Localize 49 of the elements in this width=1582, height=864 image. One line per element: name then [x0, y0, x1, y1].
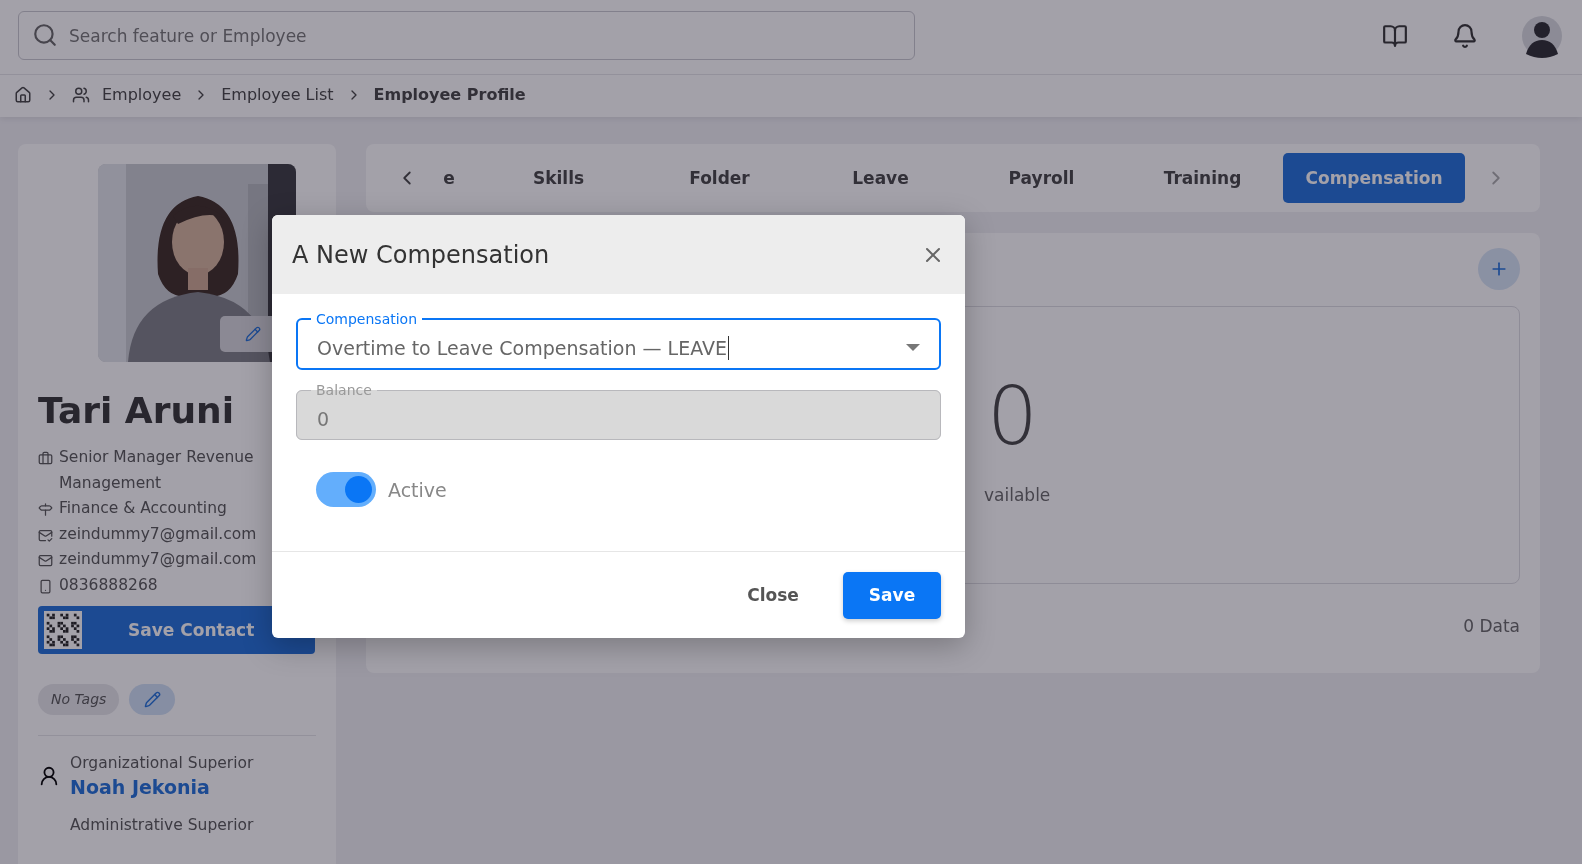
users-icon — [72, 85, 90, 104]
signpost-icon — [38, 502, 53, 517]
detail-text: zeindummy7@gmail.com — [59, 523, 257, 545]
save-contact-button[interactable]: Save Contact — [38, 606, 315, 654]
add-button[interactable] — [1478, 248, 1520, 290]
detail-text: Senior Manager Revenue Management — [59, 447, 255, 494]
tab[interactable]: Payroll — [961, 153, 1122, 203]
close-button[interactable]: Close — [733, 571, 813, 619]
avatar-icon[interactable] — [1522, 13, 1562, 58]
detail-text: Finance & Accounting — [59, 498, 227, 519]
book-icon[interactable] — [1382, 22, 1408, 49]
user-icon — [38, 765, 60, 787]
select-field[interactable]: Compensation Overtime to Leave Compensation — LEAVE — [296, 311, 941, 370]
data-count: 0 Data — [1463, 616, 1520, 636]
superior-label: Organizational Superior — [70, 754, 254, 772]
briefcase-icon — [38, 451, 53, 466]
breadcrumb-link[interactable]: Employee — [102, 85, 182, 104]
save-button[interactable]: Save — [843, 571, 941, 619]
superior-label: Administrative Superior — [70, 816, 254, 834]
breadcrumb-link[interactable]: Employee List — [221, 85, 334, 104]
pencil-icon — [245, 326, 261, 342]
tab[interactable]: Training — [1122, 153, 1283, 203]
breadcrumb-link[interactable]: Employee Profile — [373, 85, 526, 104]
detail-text: zeindummy7@gmail.com — [59, 549, 257, 570]
superior-link[interactable]: Noah Jekonia — [70, 776, 254, 798]
qr-code-icon — [44, 611, 82, 649]
tab[interactable]: Compensation — [1283, 153, 1465, 203]
empty-text: vailable — [984, 485, 1052, 505]
tab[interactable]: Skills — [478, 153, 639, 203]
bell-icon[interactable] — [1452, 22, 1478, 49]
tab[interactable]: Leave — [800, 153, 961, 203]
home-icon[interactable] — [14, 85, 32, 104]
mail-icon — [38, 553, 53, 568]
tag-pill: No Tags — [38, 684, 120, 715]
dialog-title: A New Compensation — [292, 240, 550, 269]
pencil-icon — [143, 691, 161, 708]
detail-text: 0836888268 — [59, 574, 158, 596]
phone-icon — [38, 578, 53, 594]
edit-tags-button[interactable] — [129, 684, 176, 715]
tab[interactable]: Folder — [639, 153, 800, 203]
dropdown-arrow-icon — [906, 343, 920, 352]
search-icon — [32, 22, 58, 48]
mail-check-icon — [38, 527, 53, 543]
empty-number: 0 — [987, 377, 1039, 457]
employee-name: Tari Aruni — [38, 390, 236, 431]
search-field[interactable]: Search feature or Employee — [18, 11, 915, 60]
toggle-label: Active — [388, 478, 447, 501]
toggle-switch[interactable] — [316, 472, 376, 507]
tab[interactable]: e — [420, 153, 478, 203]
